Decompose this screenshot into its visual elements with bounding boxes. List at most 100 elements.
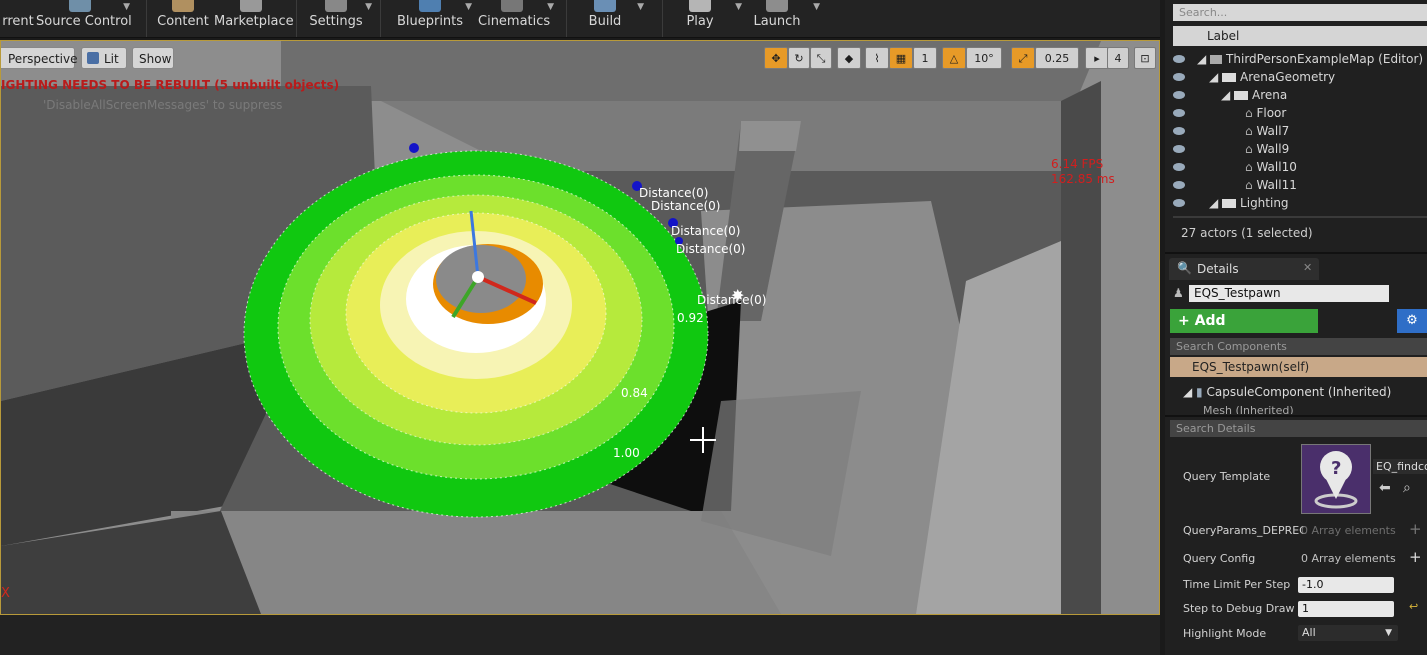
chevron-down-icon[interactable]: ▼ — [123, 2, 130, 12]
outliner-row[interactable]: ◢ ThirdPersonExampleMap (Editor) — [1165, 50, 1427, 68]
eye-icon[interactable] — [1173, 73, 1185, 81]
rotation-snap-icon[interactable]: △ — [942, 47, 966, 69]
static-mesh-icon: ⌂ — [1245, 106, 1253, 120]
static-mesh-icon: ⌂ — [1245, 160, 1253, 174]
eye-icon[interactable] — [1173, 91, 1185, 99]
outliner-row[interactable]: ⌂ Wall11 — [1165, 176, 1427, 194]
outliner-row-label: ⌂ Wall9 — [1245, 140, 1289, 158]
show-button[interactable]: Show — [132, 47, 174, 69]
outliner-row[interactable]: ⌂ Wall9 — [1165, 140, 1427, 158]
camera-speed-icon[interactable]: ▸ — [1085, 47, 1109, 69]
highlight-mode-label: Highlight Mode — [1183, 627, 1267, 640]
self-component-row[interactable]: EQS_Testpawn(self) — [1170, 357, 1427, 377]
outliner-row[interactable]: ⌂ Floor — [1165, 104, 1427, 122]
close-icon[interactable]: ✕ — [1303, 261, 1312, 274]
outliner-row-label: ⌂ Wall7 — [1245, 122, 1289, 140]
eye-icon[interactable] — [1173, 109, 1185, 117]
time-limit-label: Time Limit Per Step — [1183, 578, 1291, 591]
chevron-down-icon[interactable]: ▼ — [365, 2, 372, 12]
eye-icon[interactable] — [1173, 181, 1185, 189]
camera-speed-value[interactable]: 4 — [1107, 47, 1129, 69]
grid-snap-icon[interactable]: ▦ — [889, 47, 913, 69]
eye-icon[interactable] — [1173, 145, 1185, 153]
outliner-row[interactable]: ⌂ Wall10 — [1165, 158, 1427, 176]
mesh-component-row[interactable]: Mesh (Inherited) — [1203, 404, 1294, 414]
rotation-snap-value[interactable]: 10° — [966, 47, 1002, 69]
maximize-viewport-icon[interactable]: ⊡ — [1134, 47, 1156, 69]
chevron-down-icon[interactable]: ▼ — [637, 2, 644, 12]
outliner-label-column[interactable]: Label — [1173, 26, 1427, 46]
blueprint-icon — [419, 0, 441, 12]
scale-snap-value[interactable]: 0.25 — [1035, 47, 1079, 69]
outliner-search-input[interactable]: Search... — [1173, 4, 1427, 21]
outliner-row[interactable]: ◢ Arena — [1165, 86, 1427, 104]
eye-icon[interactable] — [1173, 127, 1185, 135]
content-label: Content — [157, 14, 209, 29]
level-viewport[interactable]: ✸ Perspective Lit Show IGHTING NEEDS TO … — [0, 40, 1160, 615]
lit-button[interactable]: Lit — [81, 47, 127, 69]
static-mesh-icon: ⌂ — [1245, 178, 1253, 192]
blueprint-options-button[interactable]: ⚙ — [1397, 309, 1427, 333]
highlight-mode-value: All — [1302, 626, 1316, 639]
outliner-row[interactable]: ◢ ArenaGeometry — [1165, 68, 1427, 86]
build-icon — [594, 0, 616, 12]
distance-label: Distance(0) — [651, 199, 721, 213]
search-icon[interactable]: ⌕ — [1403, 480, 1411, 496]
reset-arrow-icon[interactable]: ↩ — [1409, 600, 1418, 613]
play-button[interactable]: Play ▼ — [680, 0, 742, 37]
scale-tool-icon[interactable]: ⤡ — [810, 47, 832, 69]
eye-icon[interactable] — [1173, 55, 1185, 63]
chevron-down-icon[interactable]: ▼ — [465, 2, 472, 12]
surface-snap-icon[interactable]: ⌇ — [865, 47, 889, 69]
outliner-row[interactable]: ⌂ Wall7 — [1165, 122, 1427, 140]
scene-render: ✸ — [1, 41, 1159, 614]
search-details-input[interactable]: Search Details — [1170, 420, 1427, 437]
clapperboard-icon — [501, 0, 523, 12]
outliner-row-text: ArenaGeometry — [1240, 70, 1336, 84]
outliner-row-text: Arena — [1252, 88, 1288, 102]
actor-name-field[interactable]: EQS_Testpawn — [1189, 285, 1389, 302]
marketplace-button[interactable]: Marketplace — [214, 0, 294, 37]
details-tab[interactable]: 🔍 Details ✕ — [1169, 258, 1319, 280]
lit-label: Lit — [104, 52, 119, 66]
blueprints-button[interactable]: Blueprints ▼ — [396, 0, 472, 37]
launch-button[interactable]: Launch ▼ — [752, 0, 820, 37]
world-local-icon[interactable]: ◆ — [837, 47, 861, 69]
arrow-left-icon[interactable]: ⬅ — [1379, 480, 1391, 496]
outliner-row-text: ThirdPersonExampleMap (Editor) — [1226, 52, 1424, 66]
source-control-button[interactable]: Source Control ▼ — [36, 0, 132, 37]
translate-tool-icon[interactable]: ✥ — [764, 47, 788, 69]
query-template-label: Query Template — [1183, 470, 1271, 483]
highlight-mode-select[interactable]: All ▼ — [1298, 625, 1398, 641]
scale-snap-icon[interactable]: ⤢ — [1011, 47, 1035, 69]
rotate-tool-icon[interactable]: ↻ — [788, 47, 810, 69]
launch-label: Launch — [753, 14, 801, 29]
cinematics-button[interactable]: Cinematics ▼ — [478, 0, 554, 37]
eye-icon[interactable] — [1173, 163, 1185, 171]
settings-button[interactable]: Settings ▼ — [306, 0, 372, 37]
step-debug-input[interactable]: 1 — [1298, 601, 1394, 617]
outliner-row-label: ◢ Lighting — [1209, 196, 1289, 210]
chevron-down-icon[interactable]: ▼ — [813, 2, 820, 12]
perspective-button[interactable]: Perspective — [1, 47, 78, 69]
plus-icon[interactable]: + — [1409, 548, 1422, 566]
build-button[interactable]: Build ▼ — [584, 0, 644, 37]
grid-snap-value[interactable]: 1 — [913, 47, 937, 69]
outliner-row-label: ⌂ Floor — [1245, 104, 1286, 122]
search-components-input[interactable]: Search Components — [1170, 338, 1427, 355]
right-sidebar: Search... Label ◢ ThirdPersonExampleMap … — [1165, 0, 1427, 655]
plus-icon[interactable]: + — [1409, 520, 1422, 538]
outliner-row[interactable]: ◢ Lighting — [1165, 194, 1427, 212]
toolbar-current-button[interactable]: rrent — [0, 0, 36, 37]
chevron-down-icon[interactable]: ▼ — [547, 2, 554, 12]
time-limit-input[interactable]: -1.0 — [1298, 577, 1394, 593]
add-component-button[interactable]: + Add Component ▼ — [1170, 309, 1318, 353]
chevron-down-icon[interactable]: ▼ — [735, 2, 742, 12]
score-label: 1.00 — [613, 446, 640, 460]
query-template-thumbnail[interactable]: ? — [1301, 444, 1371, 514]
query-template-dropdown[interactable]: EQ_findco — [1373, 459, 1427, 474]
eye-icon[interactable] — [1173, 199, 1185, 207]
blueprints-label: Blueprints — [396, 14, 464, 29]
capsule-component-row[interactable]: ◢ ▮ CapsuleComponent (Inherited) — [1183, 385, 1391, 399]
content-button[interactable]: Content — [152, 0, 214, 37]
